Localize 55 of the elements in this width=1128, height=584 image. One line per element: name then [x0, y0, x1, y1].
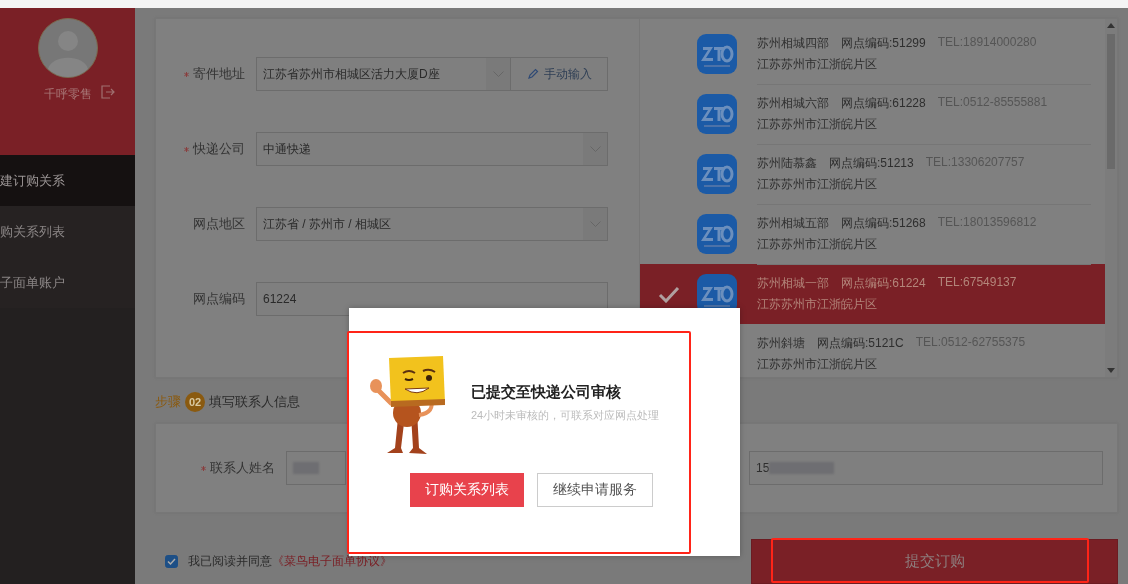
dialog-button[interactable]: 订购关系列表 [410, 473, 524, 507]
station-name: 苏州相城五部 [757, 214, 829, 232]
station-row[interactable]: 苏州相城一部 网点编码:61224 TEL:67549137 江苏苏州市江浙皖片区 [640, 264, 1105, 324]
dialog-button[interactable]: 继续申请服务 [537, 473, 653, 507]
station-name: 苏州斜塘 [757, 334, 805, 352]
station-area: 江苏苏州市江浙皖片区 [757, 235, 1091, 253]
station-area: 江苏苏州市江浙皖片区 [757, 55, 1091, 73]
station-area: 江苏苏州市江浙皖片区 [757, 295, 1091, 313]
courier-logo-icon [697, 214, 737, 254]
courier-logo-icon [697, 34, 737, 74]
scrollbar[interactable] [1105, 19, 1117, 377]
field-label: 网点地区 [192, 215, 246, 233]
station-area: 江苏苏州市江浙皖片区 [757, 115, 1091, 133]
scroll-down-arrow-icon[interactable] [1107, 368, 1115, 373]
manual-input-button[interactable]: 手动输入 [511, 57, 608, 91]
station-code: 网点编码:61224 [841, 274, 926, 292]
station-code: 网点编码:51213 [829, 154, 914, 172]
step-label: 步骤 [155, 393, 181, 412]
checkmark-icon [657, 285, 680, 303]
name-input-field[interactable] [286, 450, 346, 485]
pencil-icon [526, 68, 539, 80]
dropdown-select[interactable]: 江苏省 / 苏州市 / 相城区 [256, 207, 608, 241]
step-number: 02 [185, 392, 205, 413]
field-label: 网点编码 [192, 290, 246, 308]
station-area: 江苏苏州市江浙皖片区 [757, 175, 1091, 193]
agree-checkbox[interactable] [165, 555, 178, 568]
username: 千呼零售 [43, 86, 92, 103]
courier-logo-icon [697, 154, 737, 194]
scroll-up-arrow-icon[interactable] [1107, 23, 1115, 28]
address-select[interactable]: 江苏省苏州市相城区活力大厦D座 [256, 57, 511, 91]
station-area: 江苏苏州市江浙皖片区 [757, 355, 1091, 373]
phone-input-field[interactable]: 15 [749, 450, 1103, 485]
field-label: 寄件地址 [156, 65, 256, 83]
station-name: 苏州相城一部 [757, 274, 829, 292]
submit-order-button[interactable]: 提交订购 [751, 539, 1118, 584]
field-label: 快递公司 [156, 140, 256, 158]
required-asterisk-icon [184, 147, 189, 153]
courier-logo-icon [697, 94, 737, 134]
required-asterisk-icon [201, 465, 206, 471]
dropdown-select[interactable]: 中通快递 [256, 132, 608, 166]
station-name: 苏州陆慕鑫 [757, 154, 817, 172]
section-title: 填写联系人信息 [209, 393, 300, 412]
station-phone: TEL:67549137 [937, 274, 1017, 291]
station-code: 网点编码:51299 [841, 34, 926, 52]
station-code: 网点编码:5121C [817, 334, 904, 352]
station-name: 苏州相城四部 [757, 34, 829, 52]
station-name: 苏州相城六部 [757, 94, 829, 112]
menu-item[interactable]: 建订购关系 [0, 155, 135, 206]
required-asterisk-icon [184, 72, 189, 78]
station-code: 网点编码:51268 [841, 214, 926, 232]
avatar [37, 18, 98, 78]
dialog-title: 已提交至快递公司审核 [471, 382, 622, 402]
logout-icon[interactable] [101, 85, 115, 99]
station-code: 网点编码:61228 [841, 94, 926, 112]
field-label: 联系人姓名 [156, 458, 286, 477]
